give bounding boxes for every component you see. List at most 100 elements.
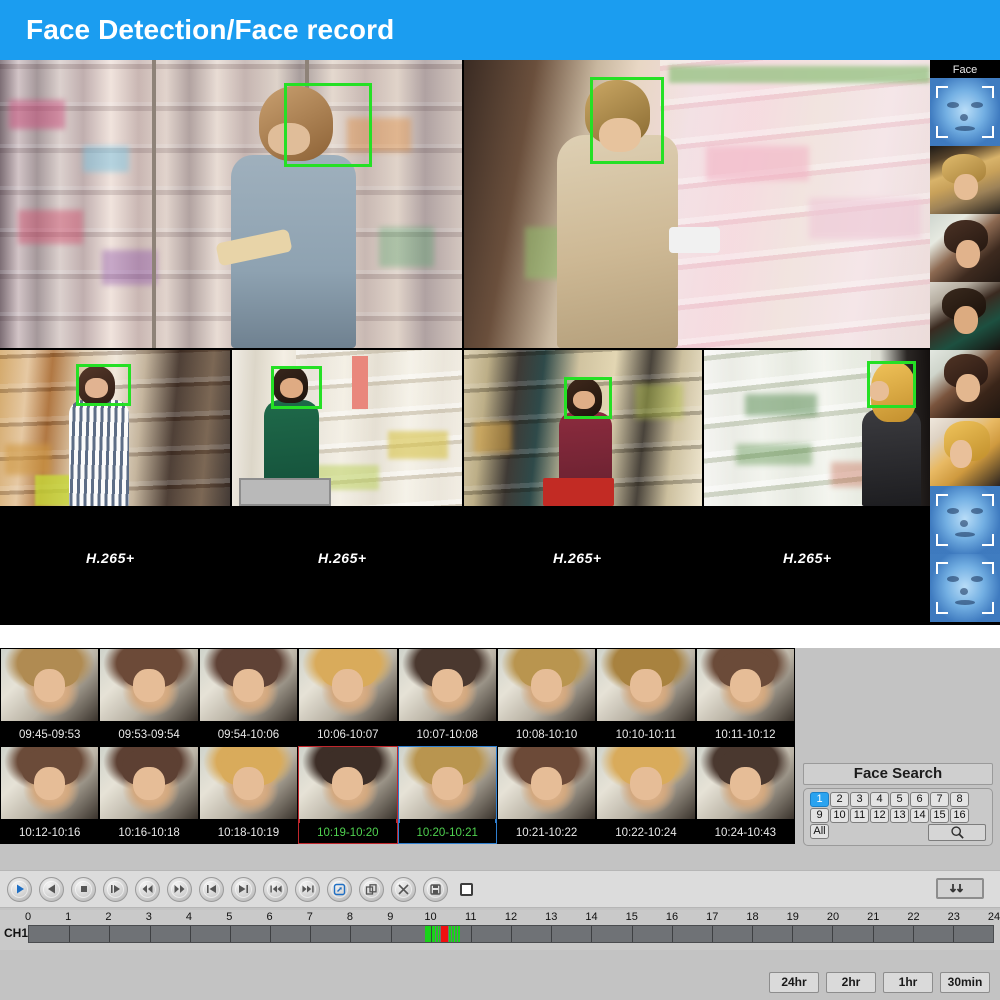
face-thumbnail[interactable]: 10:07-10:08 — [397, 648, 497, 746]
channel-button-10[interactable]: 10 — [830, 808, 849, 823]
face-thumbnail[interactable]: 10:11-10:12 — [695, 648, 795, 746]
timeline-range-buttons: 24hr 2hr 1hr 30min — [769, 972, 990, 993]
timeline-tick-6: 6 — [266, 911, 273, 923]
play-button[interactable] — [7, 876, 32, 902]
range-24hr-button[interactable]: 24hr — [769, 972, 819, 993]
face-thumbnail[interactable]: 10:21-10:22 — [496, 746, 597, 844]
face-thumbnail[interactable]: 09:53-09:54 — [99, 648, 199, 746]
channel-button-8[interactable]: 8 — [950, 792, 969, 807]
codec-label-4: H.265+ — [783, 550, 832, 566]
face-thumbnail-time: 10:06-10:07 — [299, 725, 397, 745]
fast-forward-button[interactable] — [167, 876, 192, 902]
full-stop-toggle[interactable] — [460, 882, 473, 896]
face-thumbnail[interactable]: 10:18-10:19 — [198, 746, 299, 844]
page-header: Face Detection/Face record — [0, 0, 1000, 60]
next-track-icon — [301, 885, 314, 893]
save-button[interactable] — [423, 876, 448, 902]
timeline-tick-10: 10 — [424, 911, 437, 923]
timeline-gridline — [792, 926, 794, 942]
video-panel-3[interactable] — [0, 350, 230, 506]
timeline-gridline — [350, 926, 352, 942]
face-snapshot-4[interactable] — [930, 282, 1000, 350]
video-panel-1[interactable] — [0, 60, 462, 348]
range-1hr-button[interactable]: 1hr — [883, 972, 933, 993]
channel-button-2[interactable]: 2 — [830, 792, 849, 807]
timeline-gridline — [952, 926, 954, 942]
face-thumbnail-time: 10:07-10:08 — [398, 725, 496, 745]
channel-button-6[interactable]: 6 — [910, 792, 929, 807]
channel-all-button[interactable]: All — [810, 824, 829, 839]
face-thumbnail[interactable]: 10:19-10:20 — [298, 746, 398, 844]
range-2hr-button[interactable]: 2hr — [826, 972, 876, 993]
range-30min-button[interactable]: 30min — [940, 972, 990, 993]
prev-file-button[interactable] — [263, 876, 288, 902]
channel-button-9[interactable]: 9 — [810, 808, 829, 823]
prev-frame-button[interactable] — [199, 876, 224, 902]
scissors-icon — [398, 883, 409, 895]
channel-button-7[interactable]: 7 — [930, 792, 949, 807]
face-thumbnail-time: 10:11-10:12 — [696, 725, 794, 745]
face-thumbnail[interactable]: 10:22-10:24 — [596, 746, 696, 844]
channel-button-13[interactable]: 13 — [890, 808, 909, 823]
video-panel-2[interactable] — [464, 60, 930, 348]
next-frame-button[interactable] — [231, 876, 256, 902]
face-snapshot-1[interactable] — [930, 78, 1000, 146]
rewind-button[interactable] — [135, 876, 160, 902]
prev-track-icon — [269, 885, 282, 893]
face-thumbnail[interactable]: 10:16-10:18 — [99, 746, 199, 844]
face-thumbnail-image — [696, 649, 794, 721]
frame-step-icon — [111, 885, 120, 893]
face-search-submit-button[interactable] — [928, 824, 986, 841]
face-snapshot-2[interactable] — [930, 146, 1000, 214]
play-reverse-icon — [47, 884, 55, 894]
channel-button-11[interactable]: 11 — [850, 808, 869, 823]
channel-button-3[interactable]: 3 — [850, 792, 869, 807]
video-panel-6[interactable] — [704, 350, 930, 506]
face-thumbnail[interactable]: 10:20-10:21 — [397, 746, 497, 844]
face-thumbnail[interactable]: 10:12-10:16 — [0, 746, 100, 844]
video-panel-5[interactable] — [464, 350, 702, 506]
channel-button-12[interactable]: 12 — [870, 808, 889, 823]
face-snapshot-7[interactable] — [930, 486, 1000, 554]
next-file-button[interactable] — [295, 876, 320, 902]
timeline-event — [441, 926, 448, 942]
face-thumbnail[interactable]: 10:10-10:11 — [596, 648, 696, 746]
channel-button-14[interactable]: 14 — [910, 808, 929, 823]
channel-selector: 12345678 9 10 11 12 13 14 15 16 All — [803, 788, 993, 846]
clip-button[interactable] — [359, 876, 384, 902]
face-thumbnail-time: 10:08-10:10 — [497, 725, 596, 745]
timeline[interactable]: CH1 0 1 2 3 4 5 6 7 8 9 10 11 12 13 14 15 16 17 18 19 20 21 22… — [0, 910, 1000, 950]
timeline-track[interactable] — [28, 925, 994, 943]
stop-icon — [80, 886, 87, 892]
face-thumbnail[interactable]: 10:24-10:43 — [695, 746, 795, 844]
face-thumbnail[interactable]: 10:08-10:10 — [496, 648, 597, 746]
sync-button[interactable] — [936, 878, 984, 899]
face-thumbnail[interactable]: 10:06-10:07 — [298, 648, 398, 746]
cut-button[interactable] — [391, 876, 416, 902]
face-thumbnail-image — [299, 649, 397, 721]
channel-button-16[interactable]: 16 — [950, 808, 969, 823]
channel-button-5[interactable]: 5 — [890, 792, 909, 807]
video-panel-4[interactable] — [232, 350, 462, 506]
face-snapshot-6[interactable] — [930, 418, 1000, 486]
face-thumbnail[interactable]: 09:54-10:06 — [198, 648, 299, 746]
face-snapshot-5[interactable] — [930, 350, 1000, 418]
face-thumbnail[interactable]: 09:45-09:53 — [0, 648, 100, 746]
stop-button[interactable] — [71, 876, 96, 902]
frame-step-button[interactable] — [103, 876, 128, 902]
reverse-play-button[interactable] — [39, 876, 64, 902]
timeline-gridline — [511, 926, 512, 942]
floppy-icon — [430, 883, 441, 895]
face-thumbnail-time: 10:19-10:20 — [299, 823, 397, 843]
timeline-tick-21: 21 — [867, 911, 880, 923]
timeline-tick-14: 14 — [585, 911, 598, 923]
channel-button-15[interactable]: 15 — [930, 808, 949, 823]
face-search-title: Face Search — [803, 763, 993, 785]
channel-button-1[interactable]: 1 — [810, 792, 829, 807]
face-snapshot-3[interactable] — [930, 214, 1000, 282]
face-scan-icon — [930, 486, 1000, 554]
face-snapshot-8[interactable] — [930, 554, 1000, 622]
channel-button-4[interactable]: 4 — [870, 792, 889, 807]
face-detection-box — [75, 364, 132, 407]
digital-zoom-button[interactable] — [327, 876, 352, 902]
